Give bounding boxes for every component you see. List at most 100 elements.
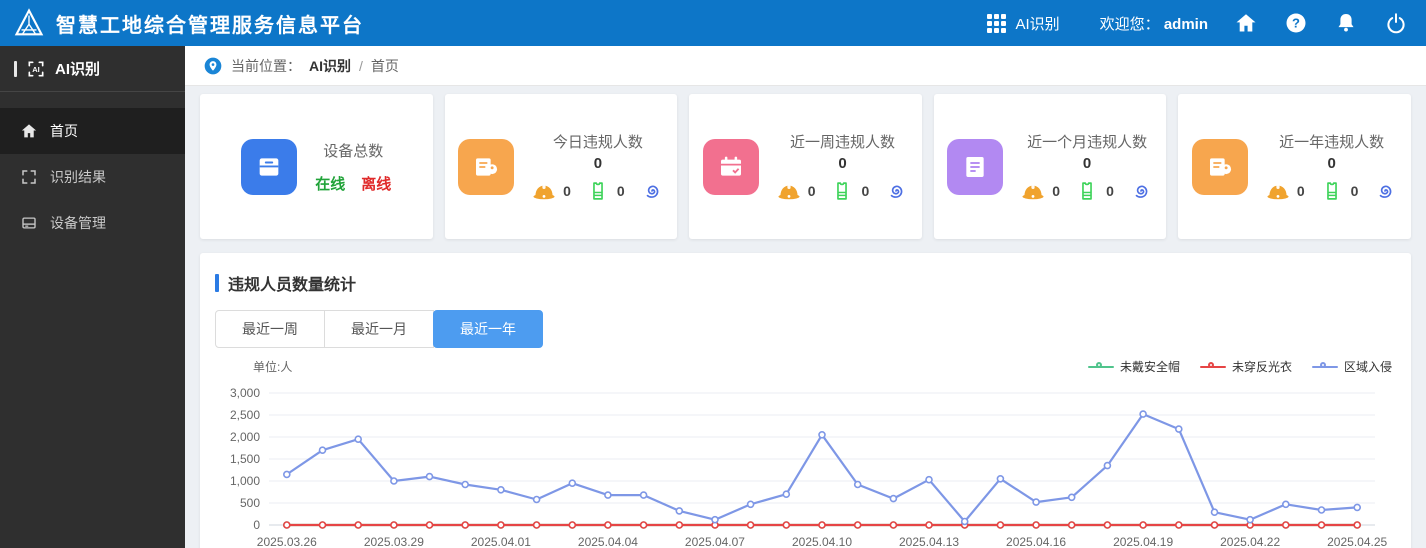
vest-count: 0 [1350, 183, 1359, 199]
breadcrumb: 当前位置： AI识别 / 首页 [185, 46, 1426, 86]
app-grid-icon [987, 13, 1007, 33]
location-pin-icon [204, 57, 222, 74]
power-icon[interactable] [1384, 11, 1408, 35]
breadcrumb-separator: / [359, 57, 363, 74]
bell-icon[interactable] [1334, 11, 1358, 35]
tab-last-year[interactable]: 最近一年 [433, 310, 543, 348]
y-axis-unit-label: 单位:人 [253, 360, 293, 374]
vest-icon [1082, 182, 1092, 200]
legend-item-intrusion[interactable]: 区域入侵 [1311, 358, 1392, 375]
welcome-text: 欢迎您： admin [1100, 13, 1208, 34]
svg-text:1,000: 1,000 [230, 474, 260, 488]
scan-frame-icon [22, 170, 36, 184]
svg-text:2,000: 2,000 [230, 430, 260, 444]
violation-stats-panel: 违规人员数量统计 最近一周 最近一月 最近一年 单位:人 未戴安全帽 未穿反光衣 [200, 253, 1411, 548]
intrusion-spiral-icon [890, 185, 903, 198]
violation-card-icon [702, 138, 759, 195]
card-total: 0 [593, 155, 603, 172]
svg-text:2025.03.26: 2025.03.26 [257, 535, 317, 548]
calendar-icon [720, 156, 741, 176]
helmet-count: 0 [563, 183, 571, 199]
tab-last-month[interactable]: 最近一月 [324, 310, 434, 348]
legend-item-vest[interactable]: 未穿反光衣 [1199, 358, 1292, 375]
card-title: 近一年违规人数 [1279, 134, 1385, 151]
violation-card-icon [1191, 138, 1248, 195]
card-title: 近一个月违规人数 [1027, 134, 1148, 151]
violations-month-card: 近一个月违规人数 0 0 0 [933, 94, 1167, 239]
intrusion-spiral-icon [646, 185, 659, 198]
svg-text:2025.04.01: 2025.04.01 [471, 535, 531, 548]
sidebar-nav: 首页 识别结果 设备管理 [0, 108, 185, 246]
person-record-icon [476, 157, 498, 176]
app-switch-ai[interactable]: AI识别 [987, 13, 1060, 34]
range-tabs: 最近一周 最近一月 最近一年 [215, 310, 1396, 348]
card-total: 0 [838, 155, 847, 172]
helmet-count: 0 [807, 183, 816, 199]
svg-text:?: ? [1292, 16, 1300, 31]
chart-legend: 未戴安全帽 未穿反光衣 区域入侵 [1087, 358, 1392, 375]
vest-count: 0 [861, 183, 870, 199]
tab-last-week[interactable]: 最近一周 [215, 310, 325, 348]
app-switch-label: AI识别 [1015, 15, 1060, 33]
vest-count: 0 [1106, 183, 1114, 199]
sidebar-header: AI AI识别 [0, 46, 185, 92]
legend-marker [1199, 361, 1226, 372]
helmet-icon [1022, 184, 1044, 200]
sidebar-item-recognition-results[interactable]: 识别结果 [0, 154, 185, 200]
vest-icon [1326, 182, 1337, 200]
card-title: 近一周违规人数 [789, 134, 895, 151]
violations-week-card: 近一周违规人数 0 0 0 [689, 94, 922, 239]
sidebar-header-label: AI识别 [55, 61, 101, 78]
device-card-icon [241, 138, 298, 195]
home-icon[interactable] [1234, 11, 1258, 35]
breadcrumb-page[interactable]: 首页 [371, 56, 399, 76]
svg-text:2025.04.13: 2025.04.13 [899, 535, 959, 548]
svg-text:1,500: 1,500 [230, 452, 260, 466]
vest-icon [593, 182, 603, 200]
sidebar-item-device-management[interactable]: 设备管理 [0, 200, 185, 246]
archive-icon [259, 157, 279, 176]
intrusion-spiral-icon [1135, 185, 1148, 198]
top-bar: 智慧工地综合管理服务信息平台 AI识别 欢迎您： admin ? [0, 0, 1426, 46]
helmet-icon [1267, 184, 1289, 200]
person-record-icon [1209, 157, 1231, 176]
legend-marker [1087, 361, 1114, 372]
main-content: 当前位置： AI识别 / 首页 设备总数 在线 离线 今日违规人数 0 0 0 … [185, 46, 1426, 548]
brand: 智慧工地综合管理服务信息平台 [14, 8, 364, 38]
help-icon[interactable]: ? [1284, 11, 1308, 35]
card-title: 设备总数 [323, 142, 384, 160]
legend-label: 未穿反光衣 [1231, 360, 1292, 374]
breadcrumb-prefix: 当前位置： [231, 57, 301, 74]
svg-text:2025.04.22: 2025.04.22 [1220, 535, 1280, 548]
card-total: 0 [1082, 155, 1092, 172]
legend-item-helmet[interactable]: 未戴安全帽 [1087, 358, 1180, 375]
violations-year-card: 近一年违规人数 0 0 0 [1178, 94, 1411, 239]
svg-text:2025.04.04: 2025.04.04 [578, 535, 638, 548]
svg-text:2025.04.19: 2025.04.19 [1113, 535, 1173, 548]
report-icon [966, 156, 984, 177]
svg-text:2025.03.29: 2025.03.29 [364, 535, 424, 548]
username: admin [1163, 15, 1208, 33]
card-title: 今日违规人数 [552, 134, 643, 151]
panel-title: 违规人员数量统计 [228, 277, 357, 294]
vest-count: 0 [616, 183, 625, 199]
offline-label: 离线 [361, 175, 392, 193]
legend-marker [1311, 361, 1338, 372]
sidebar-item-home[interactable]: 首页 [0, 108, 185, 154]
svg-text:2025.04.16: 2025.04.16 [1006, 535, 1066, 548]
helmet-icon [533, 184, 555, 200]
stat-cards-row: 设备总数 在线 离线 今日违规人数 0 0 0 近一周违规人数 0 0 0 近一… [185, 86, 1426, 239]
svg-text:0: 0 [253, 518, 260, 532]
sidebar: AI AI识别 首页 识别结果 设备管理 [0, 46, 185, 548]
vest-icon [837, 182, 848, 200]
device-icon [22, 217, 36, 229]
svg-text:2025.04.07: 2025.04.07 [685, 535, 745, 548]
intrusion-spiral-icon [1380, 185, 1392, 198]
svg-text:AI: AI [32, 65, 40, 74]
online-label: 在线 [315, 175, 346, 193]
sidebar-item-label: 设备管理 [50, 215, 106, 231]
card-total: 0 [1327, 155, 1336, 172]
svg-text:500: 500 [240, 496, 260, 510]
welcome-label: 欢迎您： [1099, 15, 1160, 33]
breadcrumb-section[interactable]: AI识别 [309, 56, 351, 76]
